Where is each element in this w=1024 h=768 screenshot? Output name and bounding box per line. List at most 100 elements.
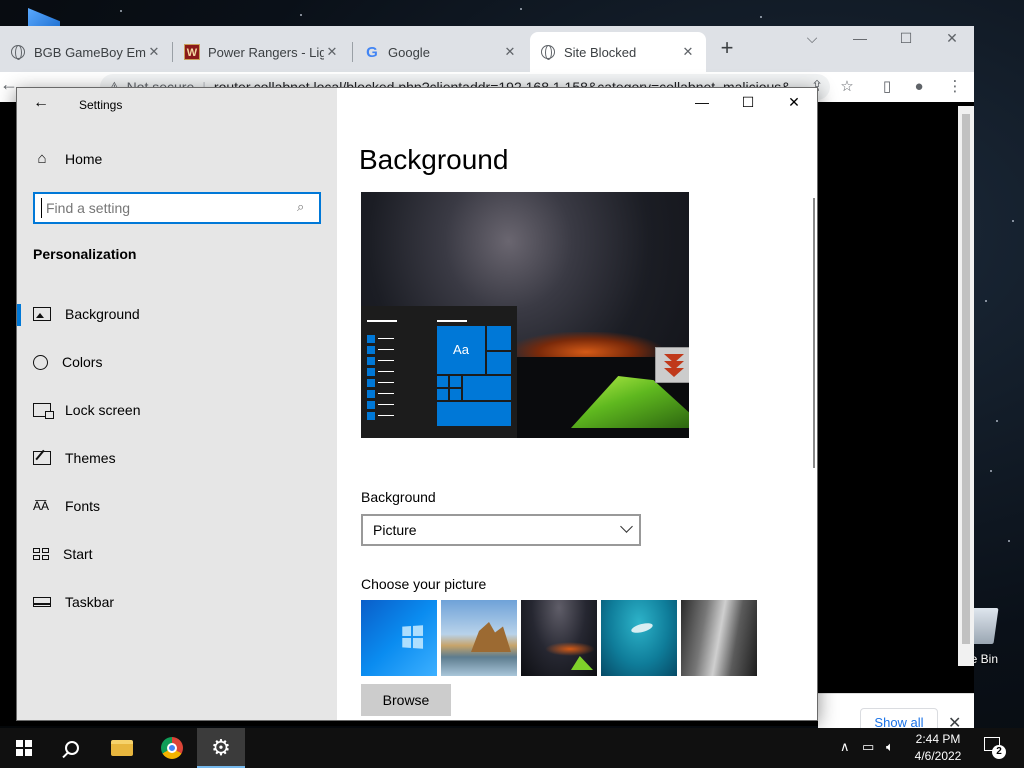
- new-tab-button[interactable]: +: [716, 37, 738, 60]
- back-arrow-icon[interactable]: ←: [33, 94, 49, 112]
- tab-title: BGB GameBoy Emulat: [34, 44, 146, 60]
- picture-thumbnail-windows[interactable]: [361, 600, 437, 676]
- picture-thumbnail-beach[interactable]: [441, 600, 517, 676]
- settings-content: — ☐ ✕ Background Aa Background Picture C…: [337, 88, 817, 720]
- fonts-icon: A͞A: [33, 499, 50, 513]
- windows-logo-icon: [402, 625, 424, 649]
- windows-logo-icon: [16, 740, 32, 756]
- home-nav-item[interactable]: ⌂ Home: [33, 150, 102, 167]
- picture-thumbnail-night-tent[interactable]: [521, 600, 597, 676]
- close-icon[interactable]: ✕: [502, 44, 518, 60]
- close-icon[interactable]: ✕: [779, 94, 809, 114]
- home-label: Home: [65, 150, 103, 167]
- picture-icon: [33, 307, 51, 321]
- lock-screen-icon: [33, 403, 54, 419]
- sidebar-item-taskbar[interactable]: Taskbar: [17, 582, 337, 622]
- picture-thumbnail-underwater[interactable]: [601, 600, 677, 676]
- menu-icon[interactable]: ⋮: [944, 76, 966, 98]
- sidebar-item-label: Lock screen: [65, 402, 141, 418]
- globe-icon: [10, 44, 26, 60]
- page-title: Background: [359, 144, 509, 175]
- taskbar-file-explorer[interactable]: [98, 728, 146, 768]
- background-label: Background: [361, 489, 436, 505]
- close-icon[interactable]: ✕: [146, 44, 162, 60]
- sidebar-item-start[interactable]: Start: [17, 534, 337, 574]
- preview-tile: [487, 326, 511, 350]
- taskbar-search-button[interactable]: [48, 728, 96, 768]
- preview-app-list: [367, 334, 397, 422]
- clock-date: 4/6/2022: [914, 749, 962, 763]
- sidebar-item-colors[interactable]: Colors: [17, 342, 337, 382]
- chevron-up-icon[interactable]: ∧: [840, 739, 850, 755]
- close-icon[interactable]: ✕: [680, 44, 696, 60]
- notification-center-button[interactable]: 2: [982, 737, 1006, 759]
- minimize-icon[interactable]: —: [687, 94, 717, 114]
- sidebar-item-themes[interactable]: Themes: [17, 438, 337, 478]
- tab-title: Google: [388, 44, 430, 60]
- globe-icon: [540, 44, 556, 60]
- tab-power-rangers[interactable]: W Power Rangers - Ligh ✕: [174, 32, 350, 72]
- volume-icon[interactable]: 🔈︎: [886, 739, 894, 755]
- content-scrollbar[interactable]: [813, 198, 815, 468]
- tab-strip: BGB GameBoy Emulat ✕ W Power Rangers - L…: [0, 26, 974, 72]
- sidebar-item-label: Fonts: [65, 498, 101, 514]
- search-icon[interactable]: ⌕: [297, 199, 304, 215]
- taskbar-icon: [33, 597, 51, 607]
- network-icon[interactable]: ▭: [862, 739, 874, 755]
- start-button[interactable]: [0, 728, 48, 768]
- close-icon[interactable]: ✕: [324, 44, 340, 60]
- clock[interactable]: 2:44 PM 4/6/2022: [906, 731, 970, 765]
- themes-icon: [33, 451, 51, 465]
- folder-icon: [111, 740, 133, 756]
- notification-count: 2: [992, 745, 1006, 759]
- search-input[interactable]: [41, 198, 287, 218]
- settings-sidebar: ← Settings ⌂ Home ⌕ Personalization Back…: [17, 88, 337, 720]
- picture-thumbnail-rock[interactable]: [681, 600, 757, 676]
- chevron-down-icon: [620, 520, 633, 533]
- sidebar-item-lock-screen[interactable]: Lock screen: [17, 390, 337, 430]
- side-panel-icon[interactable]: ▯: [876, 76, 898, 98]
- close-window-icon[interactable]: ✕: [932, 30, 972, 47]
- sidebar-item-fonts[interactable]: A͞A Fonts: [17, 486, 337, 526]
- sidebar-item-label: Start: [63, 546, 93, 562]
- settings-window: ← Settings ⌂ Home ⌕ Personalization Back…: [16, 87, 818, 721]
- background-type-dropdown[interactable]: Picture: [361, 514, 641, 546]
- window-title: Settings: [79, 98, 123, 112]
- preview-tile: [487, 352, 511, 374]
- gear-icon: ⚙: [211, 735, 231, 760]
- tab-title: Site Blocked: [564, 44, 637, 60]
- tab-google[interactable]: G Google ✕: [354, 32, 528, 72]
- scroll-thumb[interactable]: [962, 114, 970, 644]
- taskbar: ⚙ ∧ ▭ 🔈︎ 2:44 PM 4/6/2022 2: [0, 728, 1024, 768]
- preview-tile: [437, 402, 511, 426]
- download-arrows-icon: [655, 347, 689, 383]
- maximize-icon[interactable]: ☐: [733, 94, 763, 114]
- tab-title: Power Rangers - Ligh: [208, 44, 324, 60]
- star-icon[interactable]: ☆: [836, 76, 858, 98]
- tab-bgb-gameboy[interactable]: BGB GameBoy Emulat ✕: [0, 32, 172, 72]
- tab-separator: [172, 42, 173, 62]
- chrome-icon: [161, 737, 183, 759]
- w-favicon-icon: W: [184, 44, 200, 60]
- search-icon: [65, 741, 79, 755]
- preview-tile: [450, 376, 461, 387]
- maximize-icon[interactable]: ☐: [886, 30, 926, 47]
- browser-scrollbar[interactable]: [958, 106, 974, 666]
- tab-site-blocked[interactable]: Site Blocked ✕: [530, 32, 706, 72]
- background-preview: Aa: [361, 192, 689, 438]
- start-icon: [33, 548, 49, 560]
- sidebar-item-label: Taskbar: [65, 594, 115, 610]
- minimize-icon[interactable]: —: [840, 30, 880, 46]
- taskbar-chrome[interactable]: [148, 728, 196, 768]
- tab-search-icon[interactable]: ⌵: [792, 30, 832, 47]
- profile-icon[interactable]: ●: [908, 76, 930, 98]
- dropdown-value: Picture: [373, 522, 417, 538]
- browse-button[interactable]: Browse: [361, 684, 451, 716]
- clock-time: 2:44 PM: [915, 732, 961, 746]
- search-box: ⌕: [33, 192, 321, 224]
- palette-icon: [33, 354, 48, 370]
- sidebar-item-background[interactable]: Background: [17, 294, 337, 334]
- preview-tile: [437, 376, 448, 387]
- taskbar-settings[interactable]: ⚙: [197, 728, 245, 768]
- google-icon: G: [366, 43, 378, 61]
